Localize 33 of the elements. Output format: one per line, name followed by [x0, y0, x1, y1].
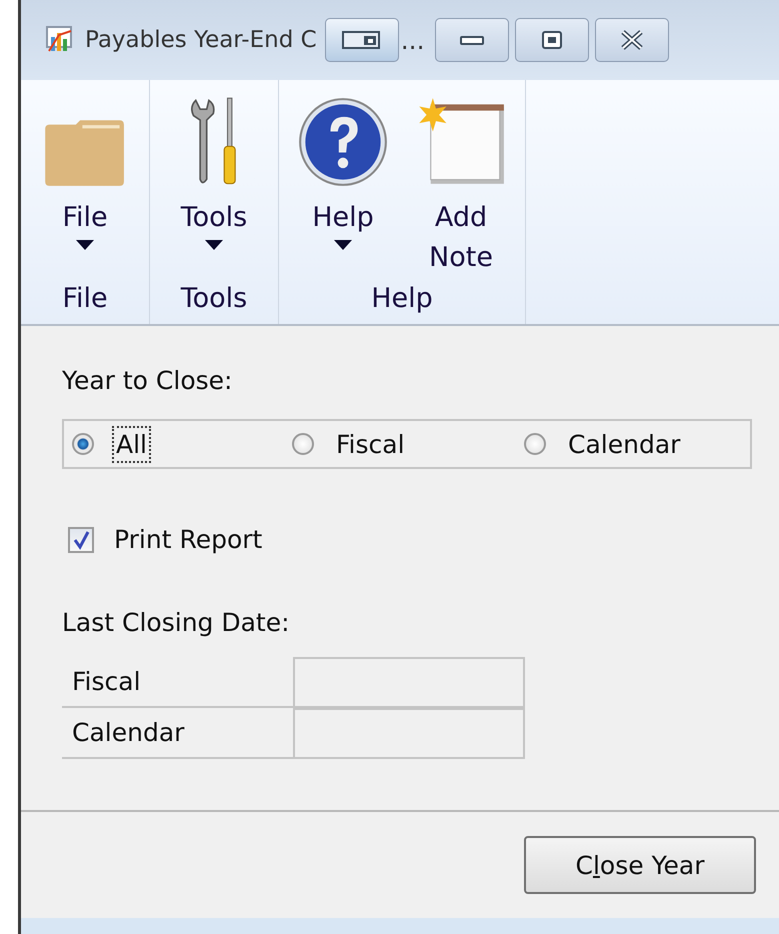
checkbox[interactable]	[68, 526, 94, 552]
group-label: File	[62, 283, 108, 316]
maximize-button[interactable]	[514, 18, 589, 62]
title-ellipsis: ...	[400, 26, 425, 54]
group-label: Help	[371, 283, 433, 316]
checkmark-icon	[71, 530, 91, 550]
close-year-button[interactable]: Close Year	[524, 836, 756, 894]
window-icon	[342, 30, 382, 50]
radio-option[interactable]: All	[72, 426, 292, 462]
print-report-checkbox[interactable]: Print Report	[68, 525, 262, 554]
close-button[interactable]	[594, 18, 669, 62]
radio-button[interactable]	[72, 433, 94, 455]
minimize-icon	[460, 35, 484, 45]
radio-option[interactable]: Calendar	[524, 426, 744, 462]
group-label: Tools	[180, 283, 248, 316]
last-closing-date-label: Last Closing Date:	[62, 608, 290, 637]
restore-icon	[542, 31, 562, 49]
minimize-button[interactable]	[434, 18, 509, 62]
radio-button[interactable]	[524, 433, 546, 455]
row-label: Fiscal	[71, 666, 142, 698]
row-label: Calendar	[71, 717, 186, 749]
ribbon-button[interactable]: Help	[287, 80, 399, 283]
window-title: Payables Year-End C	[85, 27, 317, 53]
radio-button[interactable]	[292, 433, 314, 455]
close-icon	[620, 30, 644, 50]
ribbon-button[interactable]: File	[29, 80, 141, 283]
ribbon-button[interactable]: Add Note	[405, 80, 517, 283]
ribbon-button[interactable]: Tools	[158, 80, 270, 283]
year-to-close-label: Year to Close:	[62, 366, 232, 395]
date-field[interactable]	[293, 657, 525, 706]
date-field[interactable]	[293, 708, 525, 757]
radio-option[interactable]: Fiscal	[292, 426, 524, 462]
snap-button[interactable]	[324, 18, 399, 62]
